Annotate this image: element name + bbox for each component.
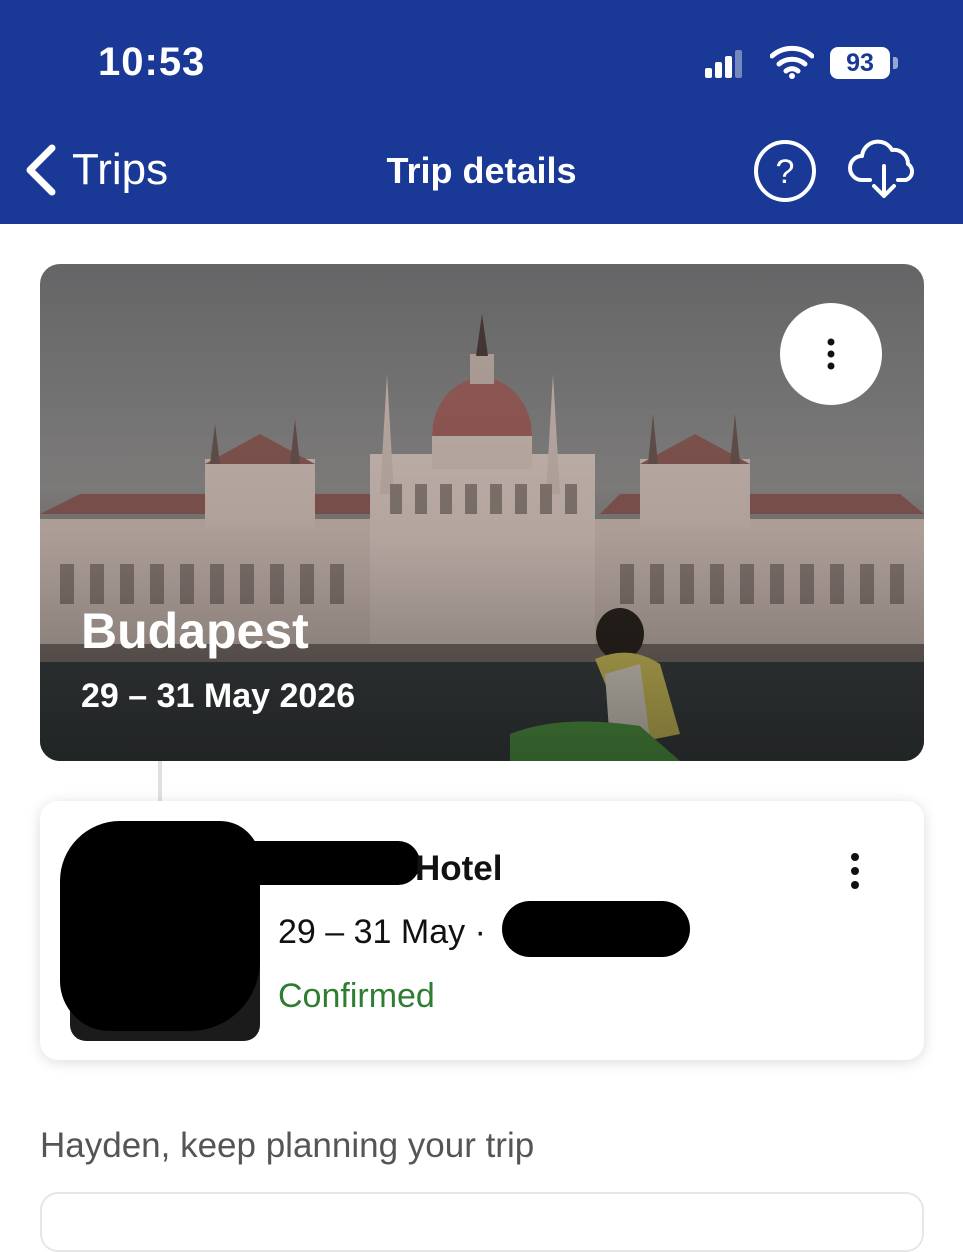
redaction-mark xyxy=(220,841,420,885)
wifi-icon xyxy=(770,45,814,79)
planning-prompt: Hayden, keep planning your trip xyxy=(40,1126,535,1165)
help-icon[interactable]: ? xyxy=(752,138,818,204)
trip-destination: Budapest xyxy=(81,603,309,659)
booking-more-button[interactable] xyxy=(835,841,875,901)
svg-text:?: ? xyxy=(776,153,795,191)
page-title: Trip details xyxy=(386,150,577,191)
app-header: 10:53 93 Trips Trip details ? xyxy=(0,0,963,224)
trip-more-button[interactable] xyxy=(780,303,882,405)
trip-dates: 29 – 31 May 2026 xyxy=(81,677,356,715)
status-time: 10:53 xyxy=(98,40,206,84)
hotel-booking-card[interactable]: Hotel 29 – 31 May · Confirmed xyxy=(40,801,924,1060)
battery-icon: 93 xyxy=(830,47,890,79)
battery-tip xyxy=(893,57,898,69)
more-vertical-icon xyxy=(827,338,835,370)
suggestion-card[interactable] xyxy=(40,1192,924,1252)
booking-status: Confirmed xyxy=(278,977,435,1015)
hotel-name-text: Hotel xyxy=(415,849,503,888)
timeline-connector xyxy=(158,761,162,801)
more-vertical-icon xyxy=(851,853,859,889)
cloud-download-icon[interactable] xyxy=(848,136,920,206)
redaction-mark xyxy=(502,901,690,957)
hotel-name: Hotel xyxy=(415,849,503,889)
booking-dates: 29 – 31 May · xyxy=(278,913,486,951)
trip-hero-card[interactable]: Budapest 29 – 31 May 2026 xyxy=(40,264,924,761)
cellular-signal-icon xyxy=(705,50,742,78)
